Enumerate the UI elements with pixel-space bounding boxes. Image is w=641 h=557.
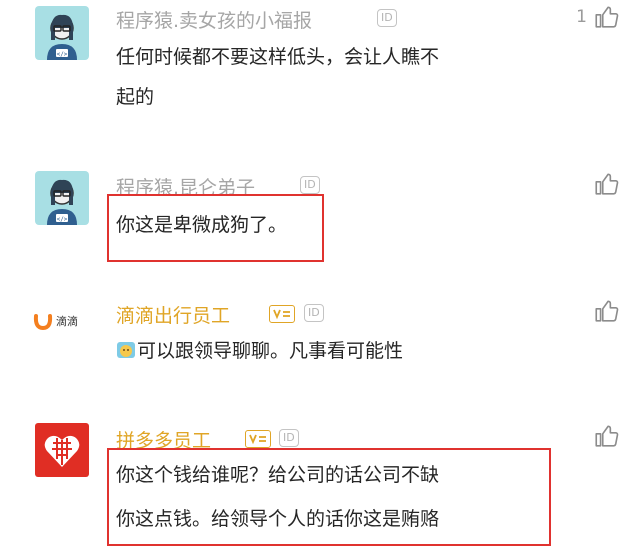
- comment-text-line: 你这个钱给谁呢？给公司的话公司不缺: [116, 464, 440, 486]
- didi-logo-icon: [33, 314, 53, 330]
- id-badge-icon: ID: [279, 429, 299, 447]
- programmer-avatar-icon: </>: [47, 179, 77, 225]
- username[interactable]: 滴滴出行员工: [116, 301, 230, 328]
- comment-text-line: 起的: [116, 86, 155, 108]
- like-icon: [595, 300, 619, 322]
- id-badge-icon: ID: [300, 176, 320, 194]
- comment-item: 拼多多员工 ID 你这个钱给谁呢？给公司的话公司不缺 你这点钱。给领导个人的话你…: [0, 415, 641, 557]
- comment-text-line: 可以跟领导聊聊。凡事看可能性: [137, 340, 404, 362]
- id-badge-icon: ID: [377, 9, 397, 27]
- comment-item: </> 程序猿.卖女孩的小福报 ID 任何时候都不要这样低头，会让人瞧不 起的 …: [0, 0, 641, 140]
- pinduoduo-logo-icon: [44, 435, 80, 467]
- avatar[interactable]: </>: [35, 6, 89, 60]
- verified-badge-icon: [245, 430, 271, 448]
- comment-text-line: 你这是卑微成狗了。: [116, 214, 288, 236]
- avatar[interactable]: [35, 423, 89, 477]
- like-icon: [595, 173, 619, 195]
- like-button[interactable]: 1: [576, 4, 619, 30]
- avatar[interactable]: </>: [35, 171, 89, 225]
- avatar-brand-text: 滴滴: [56, 315, 78, 328]
- comment-text-line: 任何时候都不要这样低头，会让人瞧不: [116, 46, 440, 68]
- like-button[interactable]: [593, 298, 619, 324]
- like-icon: [595, 425, 619, 447]
- svg-text:</>: </>: [57, 51, 68, 58]
- avatar[interactable]: 滴滴: [33, 310, 95, 332]
- comment-item: 滴滴 滴滴出行员工 ID 可以跟领导聊聊。凡事看可能性: [0, 290, 641, 390]
- like-count: 1: [576, 7, 587, 27]
- programmer-avatar-icon: </>: [47, 14, 77, 60]
- emoji-icon: [117, 342, 135, 358]
- comment-item: </> 程序猿.昆仑弟子 ID 你这是卑微成狗了。: [0, 165, 641, 265]
- like-icon: [595, 6, 619, 28]
- id-badge-icon: ID: [304, 304, 324, 322]
- username[interactable]: 程序猿.卖女孩的小福报: [116, 6, 312, 33]
- like-button[interactable]: [593, 423, 619, 449]
- verified-badge-icon: [269, 305, 295, 323]
- svg-text:</>: </>: [57, 216, 68, 223]
- like-button[interactable]: [593, 171, 619, 197]
- comment-text-line: 你这点钱。给领导个人的话你这是贿赂: [116, 508, 440, 530]
